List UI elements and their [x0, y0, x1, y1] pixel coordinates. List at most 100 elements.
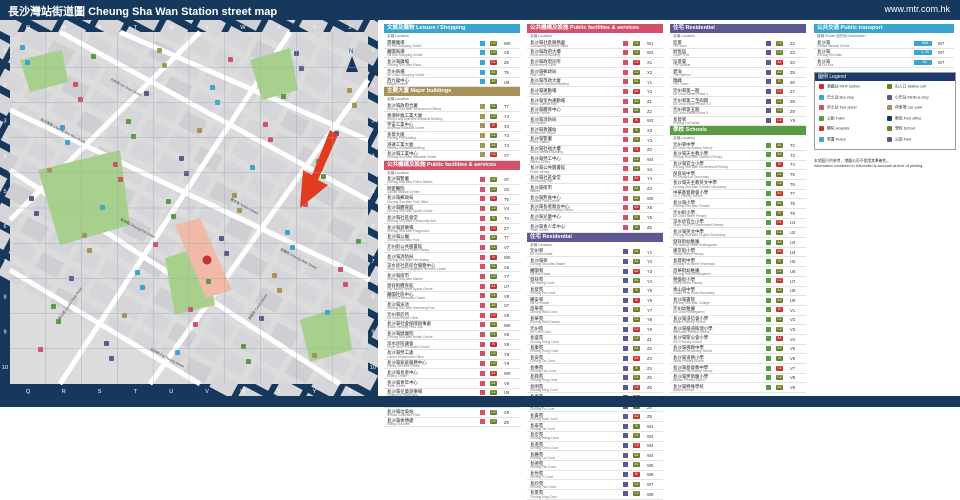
poi-marker-icon[interactable]: [144, 91, 149, 96]
poi-marker-icon[interactable]: [78, 97, 83, 102]
index-entry[interactable]: 長沙灣Cheung Sha Wan2, 2RW7: [814, 49, 954, 59]
index-entry[interactable]: 長沙灣佛教中學Buddhist Secondary SchoolA2V5: [670, 345, 806, 355]
index-entry[interactable]: 元州街公共圖書館Un Chau Street Public LibraryC1V…: [384, 243, 520, 253]
index-entry[interactable]: 長沙灣體育中心Sports CentreA2Z2: [527, 107, 663, 117]
index-entry[interactable]: 元州邨中學Un Chau Secondary SchoolA1T2: [670, 141, 806, 151]
index-entry[interactable]: 曉峰YNT TowerBZ6: [670, 78, 806, 88]
index-entry[interactable]: 長華苑Cheung Wah GardenC1Y8: [527, 316, 663, 326]
poi-marker-icon[interactable]: [352, 103, 357, 108]
index-entry[interactable]: 長明苑Cheung Ming CourtC2Z6: [527, 383, 663, 393]
index-entry[interactable]: 元州街小學Un Chau Street PrimaryBT9: [670, 209, 806, 219]
poi-marker-icon[interactable]: [237, 208, 242, 213]
poi-marker-icon[interactable]: [184, 171, 189, 176]
index-entry[interactable]: 長沙灣消防局Fire StationBW3: [527, 117, 663, 127]
index-entry[interactable]: 昌華苑Cheung Wah CourtC1Y7: [527, 306, 663, 316]
poi-marker-icon[interactable]: [38, 347, 43, 352]
index-entry[interactable]: 長貴苑Cheung Kwai CourtA2Z9: [527, 412, 663, 422]
index-entry[interactable]: 發祥街幼稚園Fat Tseung Street KindergartenA1U3: [670, 238, 806, 248]
poi-marker-icon[interactable]: [73, 82, 78, 87]
poi-marker-icon[interactable]: [109, 356, 114, 361]
index-entry[interactable]: 長沙灣郵政局Cheung Sha Wan Post OfficeC1T5: [384, 195, 520, 205]
index-entry[interactable]: 元州邨第二至四期Un Chau Estate Phase 2-4C1Z8: [670, 97, 806, 107]
index-entry[interactable]: 長沙灣家庭服務中心Family Services CentreC2Y9: [384, 360, 520, 370]
poi-marker-icon[interactable]: [210, 85, 215, 90]
street-map[interactable]: N長沙灣道 Cheung Sha Wan Road元州街 Un Chau Str…: [0, 20, 378, 396]
index-entry[interactable]: 港運工業大廈Harbour Industrial BuildingA1Y3: [384, 141, 520, 151]
poi-marker-icon[interactable]: [321, 174, 326, 179]
index-entry[interactable]: 宏景The VannC2Z2: [670, 39, 806, 49]
poi-marker-icon[interactable]: [179, 156, 184, 161]
poi-marker-icon[interactable]: [325, 310, 330, 315]
index-entry[interactable]: 長盛苑Cheung Shing CourtC2Z1: [527, 335, 663, 345]
index-entry[interactable]: 元州商場Un Chau Shopping CentreA1T5: [384, 68, 520, 78]
index-entry[interactable]: 長沙灣政府合署Cheung Sha Wan Government Offices…: [384, 102, 520, 112]
index-entry[interactable]: 長沙灣Lai Chi Kok6CW7: [814, 58, 954, 68]
index-entry[interactable]: 長欣苑Cheung Yan CourtC1W7: [527, 480, 663, 490]
index-entry[interactable]: 長安苑Cheung On CourtA2Z3: [527, 354, 663, 364]
poi-marker-icon[interactable]: [91, 54, 96, 59]
index-entry[interactable]: 明愛醫院Caritas Medical CentreC2S2: [384, 185, 520, 195]
poi-marker-icon[interactable]: [135, 270, 140, 275]
index-entry[interactable]: 寶麗廣場Po Hei Shopping CentreC2W6: [384, 39, 520, 49]
poi-marker-icon[interactable]: [241, 344, 246, 349]
poi-marker-icon[interactable]: [206, 279, 211, 284]
index-entry[interactable]: 發祥街體育館Fat Tseung Street Sports CentreA1U…: [384, 282, 520, 292]
poi-marker-icon[interactable]: [87, 248, 92, 253]
index-entry[interactable]: 長沙灣基督教中學Christian Secondary SchoolC1V7: [670, 364, 806, 374]
index-entry[interactable]: 長沙灣青少年中心Youth CentreBZ5: [527, 223, 663, 233]
index-entry[interactable]: 長沙灣政府大樓Government BuildingC1W2: [527, 49, 663, 59]
poi-marker-icon[interactable]: [175, 350, 180, 355]
index-entry[interactable]: 長景苑Cheung King CourtC2W8: [527, 490, 663, 500]
index-entry[interactable]: 長沙灣天主教英文中學Cheung Sha Wan Catholic Second…: [670, 180, 806, 190]
index-entry[interactable]: 長沙灣社福大樓Social Welfare BuildingC1Z3: [527, 146, 663, 156]
index-entry[interactable]: 長沙灣街市Cheung Sha Wan MarketC2Y7: [384, 272, 520, 282]
index-entry[interactable]: 碧海The HarbourA2Z5: [670, 68, 806, 78]
poi-marker-icon[interactable]: [281, 94, 286, 99]
index-entry[interactable]: 昌華街幼稚園Cheung Wah KindergartenC1U6: [670, 267, 806, 277]
index-entry[interactable]: 元州邨第五期Un Chau Estate Phase 5C2Z9: [670, 107, 806, 117]
poi-marker-icon[interactable]: [347, 88, 352, 93]
index-entry[interactable]: 營盤街小學Camp Street PrimaryC2U7: [670, 277, 806, 287]
index-entry[interactable]: 長沙灣英文中學Cheung Sha Wan English SecondaryC…: [670, 228, 806, 238]
website-label[interactable]: www.mtr.com.hk: [884, 4, 950, 14]
map-canvas[interactable]: N長沙灣道 Cheung Sha Wan Road元州街 Un Chau Str…: [0, 20, 378, 396]
index-entry[interactable]: 長沙灣浸信會小學Baptist Primary SchoolC1V2: [670, 316, 806, 326]
index-entry[interactable]: 長沙灣特殊學校Special SchoolA1V9: [670, 383, 806, 393]
index-entry[interactable]: 長沙灣室內運動場Indoor Games HallA2Z1: [527, 97, 663, 107]
index-entry[interactable]: 長發邨Cheung Fat EstateC2Y9: [670, 117, 806, 127]
poi-marker-icon[interactable]: [140, 285, 145, 290]
index-entry[interactable]: 長沙灣循道衛理小學Methodist Primary SchoolC2V3: [670, 325, 806, 335]
poi-marker-icon[interactable]: [118, 177, 123, 182]
poi-marker-icon[interactable]: [312, 353, 317, 358]
index-entry[interactable]: 長沙灣運動場Sports GroundA1Y2: [527, 87, 663, 97]
index-entry[interactable]: 長沙灣社區服務處Community Services OfficeC1W1: [527, 39, 663, 49]
index-entry[interactable]: 元州苑Un Chau CourtC2Y9: [527, 325, 663, 335]
index-entry[interactable]: 保良局中學Po Leung Kuk SecondaryC1T5: [670, 170, 806, 180]
index-entry[interactable]: 長沙灣公共圖書館Public LibraryC2X4: [527, 165, 663, 175]
index-entry[interactable]: 長德苑Cheung Tak CourtA2W5: [527, 461, 663, 471]
poi-marker-icon[interactable]: [157, 48, 162, 53]
index-entry[interactable]: 昇悅居CAMPTONC2Z3: [670, 49, 806, 59]
poi-marker-icon[interactable]: [197, 128, 202, 133]
poi-marker-icon[interactable]: [246, 359, 251, 364]
poi-marker-icon[interactable]: [25, 60, 30, 65]
index-entry[interactable]: 麗閣商場Lai Kok Shopping CentreC2X5: [384, 49, 520, 59]
poi-marker-icon[interactable]: [131, 134, 136, 139]
index-entry[interactable]: 元州邨診所Un Chau Estate ClinicC2V8: [384, 311, 520, 321]
index-entry[interactable]: 長怡苑Cheung Yi CourtBW6: [527, 471, 663, 481]
index-entry[interactable]: 長沙灣社區會堂Community HallA1Y4: [527, 175, 663, 185]
index-entry[interactable]: 深水埗區議會Sham Shui Po District CouncilBX8: [384, 340, 520, 350]
index-entry[interactable]: 長沙灣政府診所Government ClinicC2X1: [527, 58, 663, 68]
index-entry[interactable]: 麗閣邨Lai Kok EstateA2Y3: [527, 267, 663, 277]
index-entry[interactable]: 深水埗社區綜合服務中心Sham Shui Po Integrated Servi…: [384, 263, 520, 273]
poi-marker-icon[interactable]: [343, 282, 348, 287]
poi-marker-icon[interactable]: [65, 140, 70, 145]
index-entry[interactable]: 長沙灣遊樂場Cheung Sha Wan PlaygroundC2Z7: [384, 224, 520, 234]
index-entry[interactable]: 長沙灣休憩處Sitting Out AreaC2Z9: [384, 418, 520, 428]
poi-marker-icon[interactable]: [290, 245, 295, 250]
poi-marker-icon[interactable]: [34, 211, 39, 216]
index-entry[interactable]: 長沙灣長者中心Elderly CentreA1W9: [384, 369, 520, 379]
index-entry[interactable]: 長沙灣Caritas Medical Centre41MW7: [814, 39, 954, 49]
index-entry[interactable]: 長沙灣街市MarketA1Z4: [527, 184, 663, 194]
index-entry[interactable]: 中華基督教會小學CCC Primary SchoolA1T7: [670, 190, 806, 200]
